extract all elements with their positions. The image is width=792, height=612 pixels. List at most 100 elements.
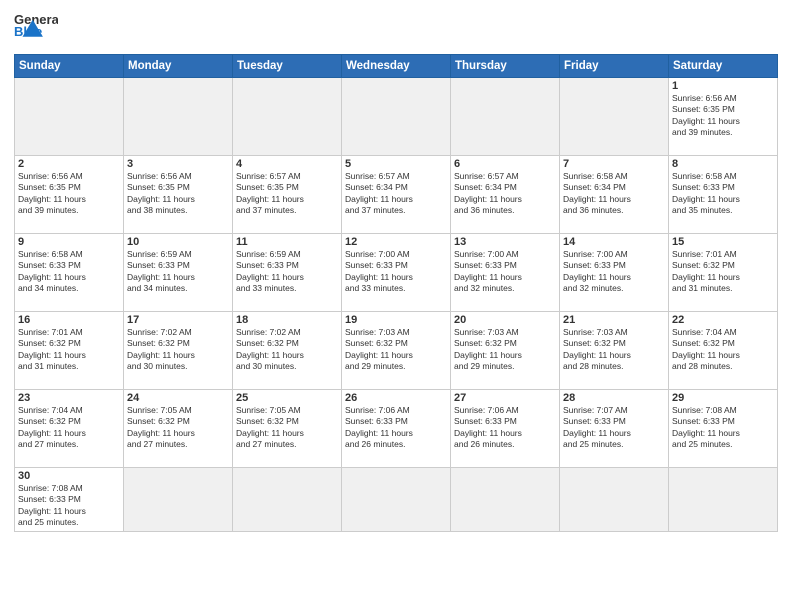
calendar-cell [669,468,778,532]
day-info: Sunrise: 6:58 AMSunset: 6:33 PMDaylight:… [18,249,120,295]
day-info: Sunrise: 7:05 AMSunset: 6:32 PMDaylight:… [236,405,338,451]
day-info: Sunrise: 6:59 AMSunset: 6:33 PMDaylight:… [236,249,338,295]
calendar-week-3: 16Sunrise: 7:01 AMSunset: 6:32 PMDayligh… [15,312,778,390]
day-info: Sunrise: 7:02 AMSunset: 6:32 PMDaylight:… [127,327,229,373]
day-number: 4 [236,158,338,170]
calendar-cell: 19Sunrise: 7:03 AMSunset: 6:32 PMDayligh… [342,312,451,390]
calendar-cell: 21Sunrise: 7:03 AMSunset: 6:32 PMDayligh… [560,312,669,390]
calendar-cell [15,78,124,156]
day-info: Sunrise: 6:58 AMSunset: 6:33 PMDaylight:… [672,171,774,217]
day-info: Sunrise: 6:56 AMSunset: 6:35 PMDaylight:… [127,171,229,217]
day-number: 29 [672,392,774,404]
calendar-cell: 13Sunrise: 7:00 AMSunset: 6:33 PMDayligh… [451,234,560,312]
day-info: Sunrise: 6:57 AMSunset: 6:34 PMDaylight:… [345,171,447,217]
header: General Blue [14,10,778,48]
calendar-cell: 26Sunrise: 7:06 AMSunset: 6:33 PMDayligh… [342,390,451,468]
logo: General Blue [14,10,58,48]
weekday-monday: Monday [124,55,233,78]
day-info: Sunrise: 7:00 AMSunset: 6:33 PMDaylight:… [454,249,556,295]
day-number: 11 [236,236,338,248]
day-info: Sunrise: 6:59 AMSunset: 6:33 PMDaylight:… [127,249,229,295]
calendar-week-0: 1Sunrise: 6:56 AMSunset: 6:35 PMDaylight… [15,78,778,156]
day-number: 3 [127,158,229,170]
calendar-cell [233,78,342,156]
calendar-cell: 24Sunrise: 7:05 AMSunset: 6:32 PMDayligh… [124,390,233,468]
calendar-cell: 10Sunrise: 6:59 AMSunset: 6:33 PMDayligh… [124,234,233,312]
day-info: Sunrise: 7:05 AMSunset: 6:32 PMDaylight:… [127,405,229,451]
day-info: Sunrise: 7:01 AMSunset: 6:32 PMDaylight:… [18,327,120,373]
calendar-cell: 8Sunrise: 6:58 AMSunset: 6:33 PMDaylight… [669,156,778,234]
calendar-cell [451,78,560,156]
day-number: 14 [563,236,665,248]
calendar-cell: 23Sunrise: 7:04 AMSunset: 6:32 PMDayligh… [15,390,124,468]
day-info: Sunrise: 7:03 AMSunset: 6:32 PMDaylight:… [563,327,665,373]
calendar-cell: 20Sunrise: 7:03 AMSunset: 6:32 PMDayligh… [451,312,560,390]
calendar-cell [342,468,451,532]
day-info: Sunrise: 7:06 AMSunset: 6:33 PMDaylight:… [345,405,447,451]
weekday-sunday: Sunday [15,55,124,78]
day-info: Sunrise: 6:58 AMSunset: 6:34 PMDaylight:… [563,171,665,217]
calendar-header: SundayMondayTuesdayWednesdayThursdayFrid… [15,55,778,78]
calendar-cell: 22Sunrise: 7:04 AMSunset: 6:32 PMDayligh… [669,312,778,390]
day-info: Sunrise: 7:03 AMSunset: 6:32 PMDaylight:… [345,327,447,373]
day-number: 12 [345,236,447,248]
calendar-cell: 11Sunrise: 6:59 AMSunset: 6:33 PMDayligh… [233,234,342,312]
calendar-cell [124,468,233,532]
day-number: 30 [18,470,120,482]
calendar-cell: 1Sunrise: 6:56 AMSunset: 6:35 PMDaylight… [669,78,778,156]
calendar-cell: 18Sunrise: 7:02 AMSunset: 6:32 PMDayligh… [233,312,342,390]
day-info: Sunrise: 7:02 AMSunset: 6:32 PMDaylight:… [236,327,338,373]
calendar-cell [233,468,342,532]
day-info: Sunrise: 7:06 AMSunset: 6:33 PMDaylight:… [454,405,556,451]
weekday-saturday: Saturday [669,55,778,78]
day-number: 1 [672,80,774,92]
day-info: Sunrise: 7:01 AMSunset: 6:32 PMDaylight:… [672,249,774,295]
calendar-week-5: 30Sunrise: 7:08 AMSunset: 6:33 PMDayligh… [15,468,778,532]
page: General Blue SundayMondayTuesdayWednesda… [0,0,792,612]
calendar-cell [560,468,669,532]
calendar-cell: 28Sunrise: 7:07 AMSunset: 6:33 PMDayligh… [560,390,669,468]
day-info: Sunrise: 7:08 AMSunset: 6:33 PMDaylight:… [672,405,774,451]
calendar-cell: 2Sunrise: 6:56 AMSunset: 6:35 PMDaylight… [15,156,124,234]
day-number: 7 [563,158,665,170]
day-number: 13 [454,236,556,248]
calendar-cell: 30Sunrise: 7:08 AMSunset: 6:33 PMDayligh… [15,468,124,532]
day-number: 15 [672,236,774,248]
calendar-cell [124,78,233,156]
day-number: 5 [345,158,447,170]
day-info: Sunrise: 7:07 AMSunset: 6:33 PMDaylight:… [563,405,665,451]
day-number: 17 [127,314,229,326]
day-number: 19 [345,314,447,326]
calendar-week-1: 2Sunrise: 6:56 AMSunset: 6:35 PMDaylight… [15,156,778,234]
calendar-cell: 15Sunrise: 7:01 AMSunset: 6:32 PMDayligh… [669,234,778,312]
day-info: Sunrise: 6:56 AMSunset: 6:35 PMDaylight:… [18,171,120,217]
weekday-friday: Friday [560,55,669,78]
calendar-cell: 12Sunrise: 7:00 AMSunset: 6:33 PMDayligh… [342,234,451,312]
day-number: 18 [236,314,338,326]
day-info: Sunrise: 6:57 AMSunset: 6:34 PMDaylight:… [454,171,556,217]
day-number: 23 [18,392,120,404]
weekday-header-row: SundayMondayTuesdayWednesdayThursdayFrid… [15,55,778,78]
calendar-cell: 29Sunrise: 7:08 AMSunset: 6:33 PMDayligh… [669,390,778,468]
calendar-cell [451,468,560,532]
calendar-cell: 14Sunrise: 7:00 AMSunset: 6:33 PMDayligh… [560,234,669,312]
calendar-cell: 4Sunrise: 6:57 AMSunset: 6:35 PMDaylight… [233,156,342,234]
day-number: 26 [345,392,447,404]
calendar-cell: 25Sunrise: 7:05 AMSunset: 6:32 PMDayligh… [233,390,342,468]
day-number: 10 [127,236,229,248]
day-number: 6 [454,158,556,170]
calendar-week-4: 23Sunrise: 7:04 AMSunset: 6:32 PMDayligh… [15,390,778,468]
day-number: 27 [454,392,556,404]
day-number: 9 [18,236,120,248]
day-number: 20 [454,314,556,326]
day-info: Sunrise: 7:03 AMSunset: 6:32 PMDaylight:… [454,327,556,373]
calendar-cell [342,78,451,156]
weekday-thursday: Thursday [451,55,560,78]
calendar-cell: 6Sunrise: 6:57 AMSunset: 6:34 PMDaylight… [451,156,560,234]
weekday-tuesday: Tuesday [233,55,342,78]
day-info: Sunrise: 7:00 AMSunset: 6:33 PMDaylight:… [563,249,665,295]
day-info: Sunrise: 7:04 AMSunset: 6:32 PMDaylight:… [672,327,774,373]
day-number: 21 [563,314,665,326]
day-number: 8 [672,158,774,170]
calendar-cell: 3Sunrise: 6:56 AMSunset: 6:35 PMDaylight… [124,156,233,234]
